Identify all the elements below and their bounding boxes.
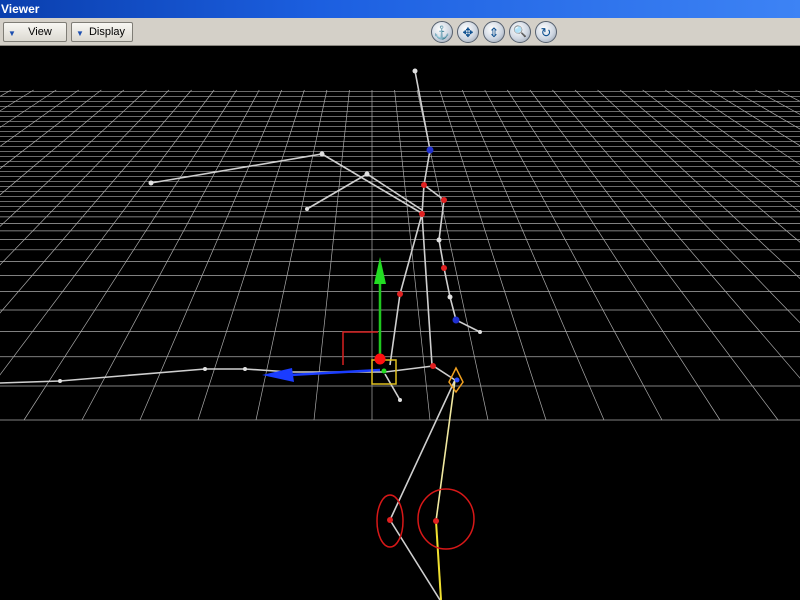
zoom-icon: 🔍 xyxy=(513,25,527,38)
joint-node[interactable] xyxy=(441,197,447,203)
joint-node[interactable] xyxy=(426,146,434,154)
joint-node[interactable] xyxy=(58,379,62,383)
joint-node[interactable] xyxy=(433,518,439,524)
joint-node[interactable] xyxy=(364,171,370,177)
joint-node[interactable] xyxy=(447,294,453,300)
joint-node[interactable] xyxy=(319,151,325,157)
anchor-tool-button[interactable]: ⚓ xyxy=(431,21,453,43)
anchor-icon: ⚓ xyxy=(433,24,451,40)
joint-node[interactable] xyxy=(398,398,402,402)
joint-node[interactable] xyxy=(305,207,309,211)
orbit-tool-button[interactable]: ↻ xyxy=(535,21,557,43)
joint-node[interactable] xyxy=(397,291,403,297)
view-menu-label: View xyxy=(28,26,52,38)
display-menu-label: Display xyxy=(88,26,126,38)
joint-node[interactable] xyxy=(387,517,393,523)
orbit-icon: ↻ xyxy=(540,24,552,40)
joint-node[interactable] xyxy=(478,330,482,334)
root-orientation-center[interactable] xyxy=(454,377,460,383)
dolly-icon: ⇕ xyxy=(488,24,500,40)
joint-node[interactable] xyxy=(412,68,418,74)
viewport-background xyxy=(0,46,800,600)
joint-node[interactable] xyxy=(436,237,442,243)
window-title-bar: Viewer xyxy=(0,0,800,18)
joint-node[interactable] xyxy=(203,367,207,371)
joint-node[interactable] xyxy=(452,316,460,324)
gizmo-center[interactable] xyxy=(381,368,387,374)
pan-icon: ✥ xyxy=(462,24,474,40)
dropdown-arrow-icon: ▼ xyxy=(76,29,84,38)
joint-node[interactable] xyxy=(419,211,425,217)
dolly-tool-button[interactable]: ⇕ xyxy=(483,21,505,43)
joint-node[interactable] xyxy=(430,363,436,369)
joint-node[interactable] xyxy=(441,265,447,271)
zoom-tool-button[interactable]: 🔍 xyxy=(509,21,531,43)
pan-tool-button[interactable]: ✥ xyxy=(457,21,479,43)
joint-node[interactable] xyxy=(421,182,427,188)
viewer-toolbar: ▼ View ▼ Display ⚓ ✥ ⇕ 🔍 ↻ xyxy=(0,18,800,46)
display-menu-button[interactable]: ▼ Display xyxy=(71,22,133,42)
3d-viewport[interactable] xyxy=(0,46,800,600)
window-title: Viewer xyxy=(1,2,40,16)
joint-node[interactable] xyxy=(243,367,247,371)
selected-joint[interactable] xyxy=(374,353,386,365)
dropdown-arrow-icon: ▼ xyxy=(8,29,16,38)
joint-node[interactable] xyxy=(148,180,154,186)
view-menu-button[interactable]: ▼ View xyxy=(3,22,67,42)
